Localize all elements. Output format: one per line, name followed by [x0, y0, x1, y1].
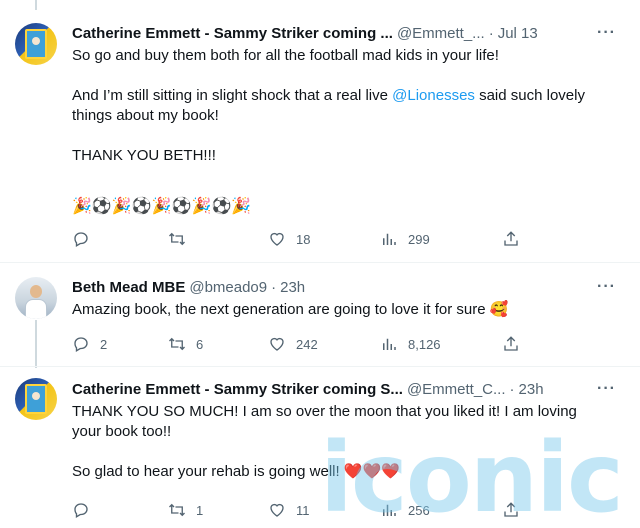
- tweet-catherine-1[interactable]: Catherine Emmett - Sammy Striker coming …: [0, 0, 640, 262]
- separator-dot: ·: [509, 380, 515, 398]
- author-handle[interactable]: @Emmett_...: [397, 25, 485, 42]
- separator-dot: ·: [271, 278, 277, 296]
- tweet-text-segment: And I’m still sitting in slight shock th…: [72, 87, 393, 104]
- like-button[interactable]: 242: [268, 335, 318, 353]
- tweet-header: Catherine Emmett - Sammy Striker coming …: [72, 379, 544, 399]
- tweet-line: So go and buy them both for all the foot…: [72, 47, 499, 64]
- tweet-timestamp[interactable]: 23h: [280, 279, 305, 296]
- retweet-button[interactable]: 6: [168, 335, 203, 353]
- reply-button[interactable]: [72, 501, 90, 519]
- heart-icon: [270, 337, 284, 351]
- retweet-count: 1: [196, 502, 204, 518]
- more-options-icon[interactable]: ···: [597, 278, 616, 296]
- tweet-catherine-2[interactable]: Catherine Emmett - Sammy Striker coming …: [0, 367, 640, 528]
- heart-icon: [270, 503, 284, 517]
- tweet-header: Beth Mead MBE @bmeado9 · 23h: [72, 277, 305, 297]
- share-icon: [504, 502, 518, 517]
- like-count: 242: [296, 336, 318, 352]
- retweet-button[interactable]: [168, 230, 186, 248]
- like-button[interactable]: 11: [268, 501, 310, 519]
- tweet-text: So go and buy them both for all the foot…: [72, 46, 602, 166]
- separator-dot: ·: [488, 24, 494, 42]
- views-icon: [383, 233, 396, 245]
- author-name[interactable]: Catherine Emmett - Sammy Striker coming …: [72, 25, 393, 42]
- tweet-line: THANK YOU SO MUCH! I am so over the moon…: [72, 403, 577, 440]
- reply-button[interactable]: [72, 230, 90, 248]
- tweet-text: THANK YOU SO MUCH! I am so over the moon…: [72, 402, 602, 482]
- mention-link[interactable]: @Lionesses: [392, 87, 475, 104]
- tweet-line: THANK YOU BETH!!!: [72, 147, 216, 164]
- author-handle[interactable]: @bmeado9: [189, 279, 267, 296]
- like-button[interactable]: 18: [268, 230, 310, 248]
- tweet-header: Catherine Emmett - Sammy Striker coming …: [72, 23, 538, 43]
- tweet-beth[interactable]: Beth Mead MBE @bmeado9 · 23h ··· Amazing…: [0, 263, 640, 366]
- author-name[interactable]: Beth Mead MBE: [72, 279, 185, 296]
- retweet-icon: [169, 503, 185, 517]
- avatar[interactable]: [15, 277, 57, 319]
- views-count: 256: [408, 502, 430, 518]
- views-icon: [383, 504, 396, 516]
- like-count: 11: [296, 502, 310, 518]
- tweet-timestamp[interactable]: 23h: [519, 381, 544, 398]
- retweet-icon: [169, 337, 185, 351]
- share-icon: [504, 336, 518, 351]
- emoji-row: 🎉⚽🎉⚽🎉⚽🎉⚽🎉: [72, 198, 252, 215]
- like-count: 18: [296, 231, 311, 247]
- reply-icon: [74, 232, 88, 247]
- heart-icon: [270, 232, 284, 246]
- more-options-icon[interactable]: ···: [597, 380, 616, 398]
- retweet-icon: [169, 232, 185, 246]
- retweet-button[interactable]: 1: [168, 501, 203, 519]
- avatar[interactable]: [15, 378, 57, 420]
- share-button[interactable]: [502, 501, 520, 519]
- tweet-actions: 1 11 256: [72, 500, 522, 520]
- tweet-actions: 2 6 242 8,126: [72, 334, 522, 354]
- tweet-line: So glad to hear your rehab is going well…: [72, 463, 400, 480]
- reply-button[interactable]: 2: [72, 335, 107, 353]
- views-icon: [383, 338, 396, 350]
- views-button[interactable]: 8,126: [380, 335, 441, 353]
- tweet-timestamp[interactable]: Jul 13: [498, 25, 538, 42]
- tweet-line: And I’m still sitting in slight shock th…: [72, 86, 602, 126]
- share-icon: [504, 231, 518, 246]
- reply-icon: [74, 337, 88, 352]
- views-count: 8,126: [408, 336, 441, 352]
- views-button[interactable]: 299: [380, 230, 430, 248]
- reply-icon: [74, 503, 88, 518]
- avatar[interactable]: [15, 23, 57, 65]
- views-button[interactable]: 256: [380, 501, 430, 519]
- author-handle[interactable]: @Emmett_C...: [407, 381, 506, 398]
- tweet-text: Amazing book, the next generation are go…: [72, 301, 509, 318]
- retweet-count: 6: [196, 336, 204, 352]
- more-options-icon[interactable]: ···: [597, 24, 616, 42]
- tweet-actions: 18 299: [72, 229, 522, 249]
- views-count: 299: [408, 231, 430, 247]
- author-name[interactable]: Catherine Emmett - Sammy Striker coming …: [72, 381, 403, 398]
- share-button[interactable]: [502, 335, 520, 353]
- share-button[interactable]: [502, 230, 520, 248]
- reply-count: 2: [100, 336, 108, 352]
